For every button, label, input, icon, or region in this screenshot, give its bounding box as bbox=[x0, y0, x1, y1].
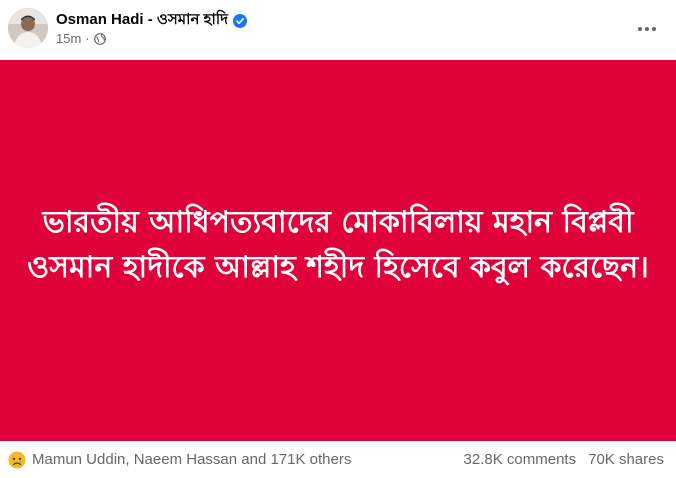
post-footer: Mamun Uddin, Naeem Hassan and 171K other… bbox=[0, 441, 676, 478]
author-avatar[interactable] bbox=[8, 8, 48, 48]
colored-status-card[interactable]: ভারতীয় আধিপত্যবাদের মোকাবিলায় মহান বিপ… bbox=[0, 60, 676, 441]
facebook-post: Osman Hadi - ওসমান হাদি 15m · ভারতীয় আধ… bbox=[0, 0, 676, 478]
sad-reaction-icon bbox=[8, 451, 26, 469]
meta-separator: · bbox=[85, 31, 90, 46]
post-meta: 15m · bbox=[56, 31, 106, 46]
status-text: ভারতীয় আধিপত্যবাদের মোকাবিলায় মহান বিপ… bbox=[27, 204, 649, 285]
post-header: Osman Hadi - ওসমান হাদি 15m · bbox=[0, 0, 676, 60]
more-options-icon bbox=[638, 27, 656, 31]
author-line: Osman Hadi - ওসমান হাদি bbox=[56, 8, 248, 33]
reactions-summary[interactable]: Mamun Uddin, Naeem Hassan and 171K other… bbox=[8, 451, 351, 469]
shares-count-link[interactable]: 70K shares bbox=[588, 451, 664, 468]
avatar-photo bbox=[8, 8, 48, 48]
author-name[interactable]: Osman Hadi - ওসমান হাদি bbox=[56, 8, 228, 33]
reactions-text: Mamun Uddin, Naeem Hassan and 171K other… bbox=[32, 451, 352, 468]
comments-count-link[interactable]: 32.8K comments bbox=[464, 451, 577, 468]
globe-icon[interactable] bbox=[93, 32, 106, 45]
post-timestamp[interactable]: 15m bbox=[56, 31, 81, 46]
engagement-counts: 32.8K comments 70K shares bbox=[464, 451, 664, 468]
more-options-button[interactable] bbox=[632, 14, 662, 44]
verified-badge-icon bbox=[233, 13, 248, 28]
